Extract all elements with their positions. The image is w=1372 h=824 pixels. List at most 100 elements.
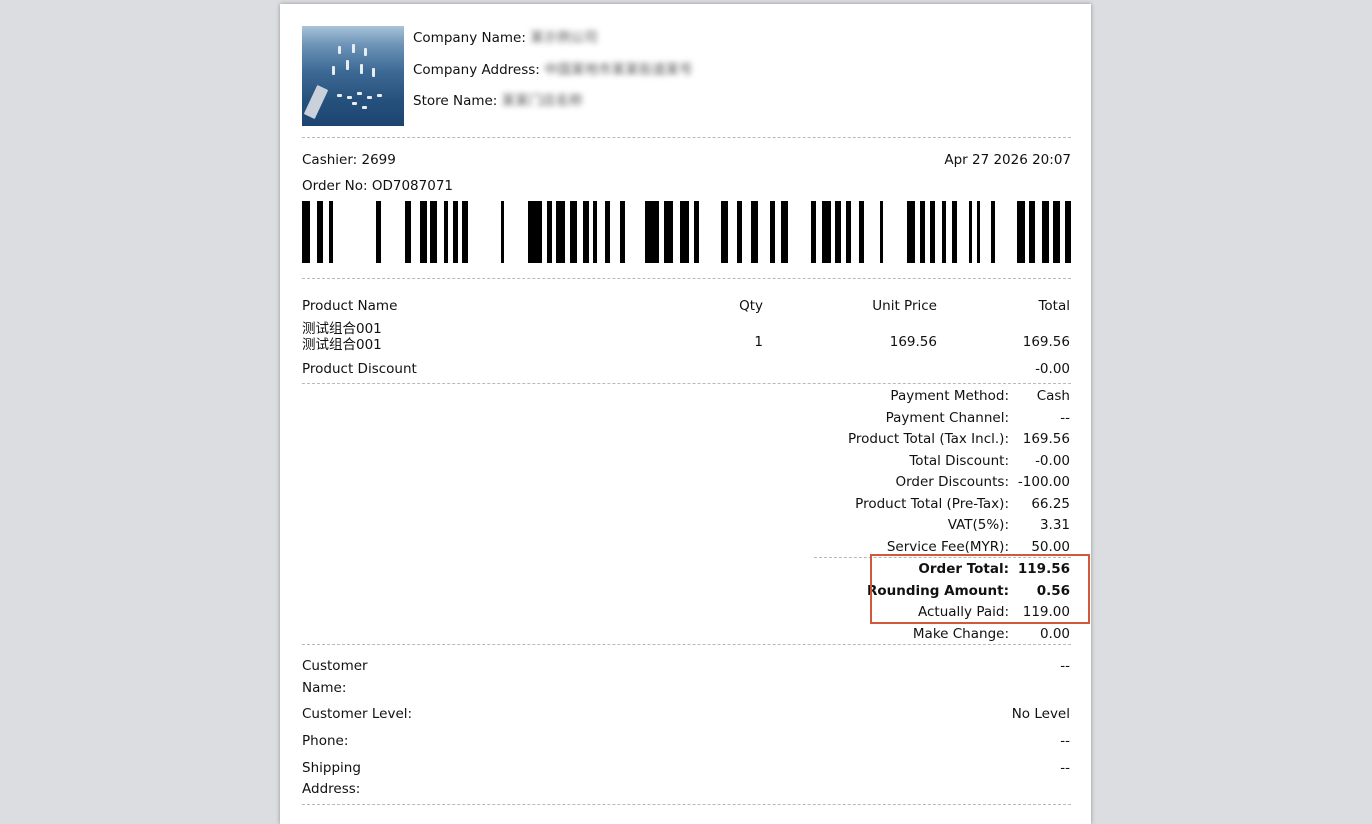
barcode-bar — [977, 201, 980, 263]
summary-value-product-total-pre-tax: 66.25 — [1031, 496, 1070, 512]
barcode-bar — [920, 201, 925, 263]
barcode-bar — [952, 201, 957, 263]
barcode-bar — [645, 201, 659, 263]
barcode-bar — [880, 201, 883, 263]
barcode-bar — [907, 201, 915, 263]
barcode-bar — [942, 201, 946, 263]
barcode-bar — [444, 201, 448, 263]
barcode-bar — [1029, 201, 1035, 263]
summary-label-service-fee: Service Fee(MYR): — [886, 539, 1009, 555]
barcode-bar — [593, 201, 597, 263]
product-unit-price: 169.56 — [889, 334, 937, 350]
shipping-address-label-line2: Address: — [302, 781, 361, 797]
summary-value-product-total-tax-incl: 169.56 — [1022, 431, 1070, 447]
barcode-bar — [930, 201, 935, 263]
summary-value-service-fee: 50.00 — [1031, 539, 1070, 555]
store-name-value: 某某门店名称 — [501, 93, 583, 109]
summary-label-order-discounts: Order Discounts: — [895, 474, 1009, 490]
barcode-bar — [453, 201, 458, 263]
barcode-bar — [1042, 201, 1049, 263]
summary-value-payment-channel: -- — [1060, 410, 1070, 426]
summary-label-product-total-pre-tax: Product Total (Pre-Tax): — [855, 496, 1009, 512]
summary-label-vat: VAT(5%): — [947, 517, 1009, 533]
barcode-bar — [405, 201, 411, 263]
barcode-bar — [1017, 201, 1025, 263]
summary-value-vat: 3.31 — [1039, 517, 1070, 533]
barcode-bar — [547, 201, 552, 263]
company-name-value: 某示例公司 — [530, 30, 598, 46]
barcode-bar — [721, 201, 728, 263]
company-address-label: Company Address: — [413, 62, 540, 78]
barcode-bar — [528, 201, 542, 263]
shipping-address-value: -- — [1060, 760, 1070, 776]
barcode-bar — [605, 201, 610, 263]
barcode-bar — [376, 201, 381, 263]
product-discount-value: -0.00 — [1035, 361, 1070, 377]
column-header-unit-price: Unit Price — [872, 298, 937, 314]
barcode-bar — [751, 201, 758, 263]
summary-value-order-discounts: -100.00 — [1017, 474, 1070, 490]
store-name-row: Store Name: 某某门店名称 — [413, 93, 583, 109]
customer-name-value: -- — [1060, 658, 1070, 674]
customer-name-label-line1: Customer — [302, 658, 368, 674]
summary-label-total-discount: Total Discount: — [909, 453, 1009, 469]
highlight-box — [870, 554, 1090, 624]
barcode-bar — [329, 201, 333, 263]
order-number: Order No: OD7087071 — [302, 178, 453, 194]
company-logo-image — [302, 26, 404, 126]
shipping-address-label-line1: Shipping — [302, 760, 361, 776]
customer-level-label: Customer Level: — [302, 706, 413, 722]
column-header-total: Total — [1038, 298, 1070, 314]
barcode-bar — [737, 201, 742, 263]
barcode-bar — [969, 201, 972, 263]
order-datetime: Apr 27 2026 20:07 — [944, 152, 1071, 168]
barcode-bar — [620, 201, 625, 263]
barcode-bar — [781, 201, 788, 263]
barcode-bar — [1065, 201, 1071, 263]
barcode-bar — [991, 201, 995, 263]
barcode-bar — [811, 201, 816, 263]
barcode-bar — [570, 201, 577, 263]
product-total: 169.56 — [1022, 334, 1070, 350]
column-header-product-name: Product Name — [302, 298, 398, 314]
column-header-qty: Qty — [739, 298, 763, 314]
divider — [302, 278, 1071, 279]
product-name-line2: 测试组合001 — [302, 337, 382, 353]
product-discount-label: Product Discount — [302, 361, 417, 377]
order-barcode — [302, 201, 1071, 263]
barcode-bar — [430, 201, 437, 263]
summary-label-make-change: Make Change: — [912, 626, 1009, 642]
customer-name-label-line2: Name: — [302, 680, 347, 696]
barcode-bar — [835, 201, 841, 263]
summary-value-payment-method: Cash — [1036, 388, 1070, 404]
customer-level-value: No Level — [1011, 706, 1070, 722]
barcode-bar — [664, 201, 673, 263]
barcode-bar — [501, 201, 504, 263]
barcode-bar — [846, 201, 851, 263]
summary-value-make-change: 0.00 — [1039, 626, 1070, 642]
divider — [302, 644, 1071, 645]
barcode-bar — [1053, 201, 1060, 263]
barcode-bar — [680, 201, 689, 263]
barcode-bar — [556, 201, 565, 263]
barcode-bar — [317, 201, 323, 263]
barcode-bar — [302, 201, 310, 263]
summary-value-total-discount: -0.00 — [1035, 453, 1070, 469]
divider — [302, 804, 1071, 805]
barcode-bar — [770, 201, 775, 263]
company-address-row: Company Address: 中国某地市某某街道某号 — [413, 62, 693, 78]
barcode-bar — [583, 201, 589, 263]
divider — [302, 137, 1071, 138]
summary-label-product-total-tax-incl: Product Total (Tax Incl.): — [847, 431, 1009, 447]
store-name-label: Store Name: — [413, 93, 498, 109]
product-qty: 1 — [754, 334, 763, 350]
cashier-text: Cashier: 2699 — [302, 152, 396, 168]
barcode-bar — [694, 201, 699, 263]
phone-label: Phone: — [302, 733, 349, 749]
company-name-row: Company Name: 某示例公司 — [413, 30, 598, 46]
company-name-label: Company Name: — [413, 30, 526, 46]
barcode-bar — [859, 201, 864, 263]
phone-value: -- — [1060, 733, 1070, 749]
summary-label-payment-method: Payment Method: — [890, 388, 1009, 404]
company-address-value: 中国某地市某某街道某号 — [544, 62, 693, 78]
